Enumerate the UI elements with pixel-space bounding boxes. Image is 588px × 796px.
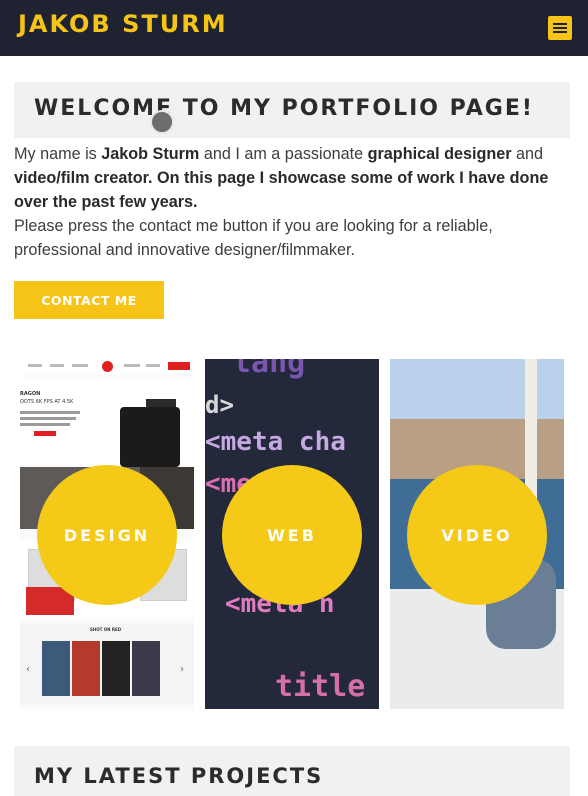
category-label-design: DESIGN: [63, 525, 151, 545]
menu-bar-line: [553, 31, 567, 33]
intro-text: My name is Jakob Sturm and I am a passio…: [14, 142, 574, 262]
top-navbar: JAKOB STURM: [0, 0, 588, 56]
preview-nav-link: [28, 364, 42, 367]
preview-logo: [102, 361, 113, 372]
video-category-circle[interactable]: VIDEO: [407, 465, 547, 605]
menu-bar-line: [553, 27, 567, 29]
category-tile-video[interactable]: VIDEO: [390, 359, 564, 709]
preview-prev-arrow-icon: ‹: [26, 664, 30, 675]
intro-text-segment: My name is: [14, 145, 102, 163]
preview-nav-link: [72, 364, 88, 367]
code-line: tang: [233, 359, 306, 380]
page-title: WELCOME TO MY PORTFOLIO PAGE!: [34, 96, 534, 121]
intro-text-segment: and: [511, 145, 544, 163]
code-line: <meta cha: [205, 427, 346, 457]
preview-nav-link: [146, 364, 160, 367]
preview-poster: [102, 641, 130, 696]
preview-shot-label: SHOT ON RED: [90, 627, 122, 632]
cursor-indicator: [150, 110, 174, 134]
preview-hero-subtitle: OOTS 6K FPS AT 4.5K: [20, 399, 74, 405]
section-title: MY LATEST PROJECTS: [34, 764, 324, 788]
design-preview-hero: RAGON OOTS 6K FPS AT 4.5K: [20, 377, 194, 467]
web-category-circle[interactable]: WEB: [222, 465, 362, 605]
hamburger-menu-icon[interactable]: [548, 16, 572, 40]
code-line: d>: [205, 391, 234, 419]
design-preview-nav: [20, 359, 194, 375]
code-line: title: [275, 669, 366, 704]
design-category-circle[interactable]: DESIGN: [37, 465, 177, 605]
menu-bar-line: [553, 23, 567, 25]
preview-red-button: [168, 362, 190, 370]
owner-role: graphical designer: [367, 145, 512, 163]
category-tile-web[interactable]: tang d> <meta cha <meta <meta n title WE…: [205, 359, 379, 709]
preview-poster: [42, 641, 70, 696]
category-label-video: VIDEO: [441, 525, 513, 545]
preview-text-line: [20, 411, 80, 414]
intro-paragraph-2: Please press the contact me button if yo…: [14, 217, 493, 259]
intro-paragraph-1: My name is Jakob Sturm and I am a passio…: [14, 142, 574, 214]
preview-nav-link: [50, 364, 64, 367]
preview-poster: [132, 641, 160, 696]
welcome-banner: WELCOME TO MY PORTFOLIO PAGE!: [14, 82, 570, 138]
category-label-web: WEB: [267, 525, 317, 545]
latest-projects-banner: MY LATEST PROJECTS: [14, 746, 570, 796]
preview-text-line: [20, 417, 76, 420]
preview-hero-title: RAGON: [20, 391, 41, 397]
intro-bold-text: video/film creator. On this page I showc…: [14, 169, 549, 211]
owner-name: Jakob Sturm: [101, 145, 200, 163]
contact-me-button[interactable]: CONTACT ME: [14, 281, 164, 319]
preview-text-line: [20, 423, 70, 426]
site-brand[interactable]: JAKOB STURM: [18, 10, 228, 38]
preview-cta: [34, 431, 56, 436]
category-tile-design[interactable]: RAGON OOTS 6K FPS AT 4.5K SHOT ON RED ‹ …: [20, 359, 194, 709]
preview-next-arrow-icon: ›: [180, 664, 184, 675]
preview-camera-image: [120, 407, 180, 467]
preview-nav-link: [124, 364, 140, 367]
preview-poster: [72, 641, 100, 696]
intro-text-segment: and I am a passionate: [199, 145, 368, 163]
